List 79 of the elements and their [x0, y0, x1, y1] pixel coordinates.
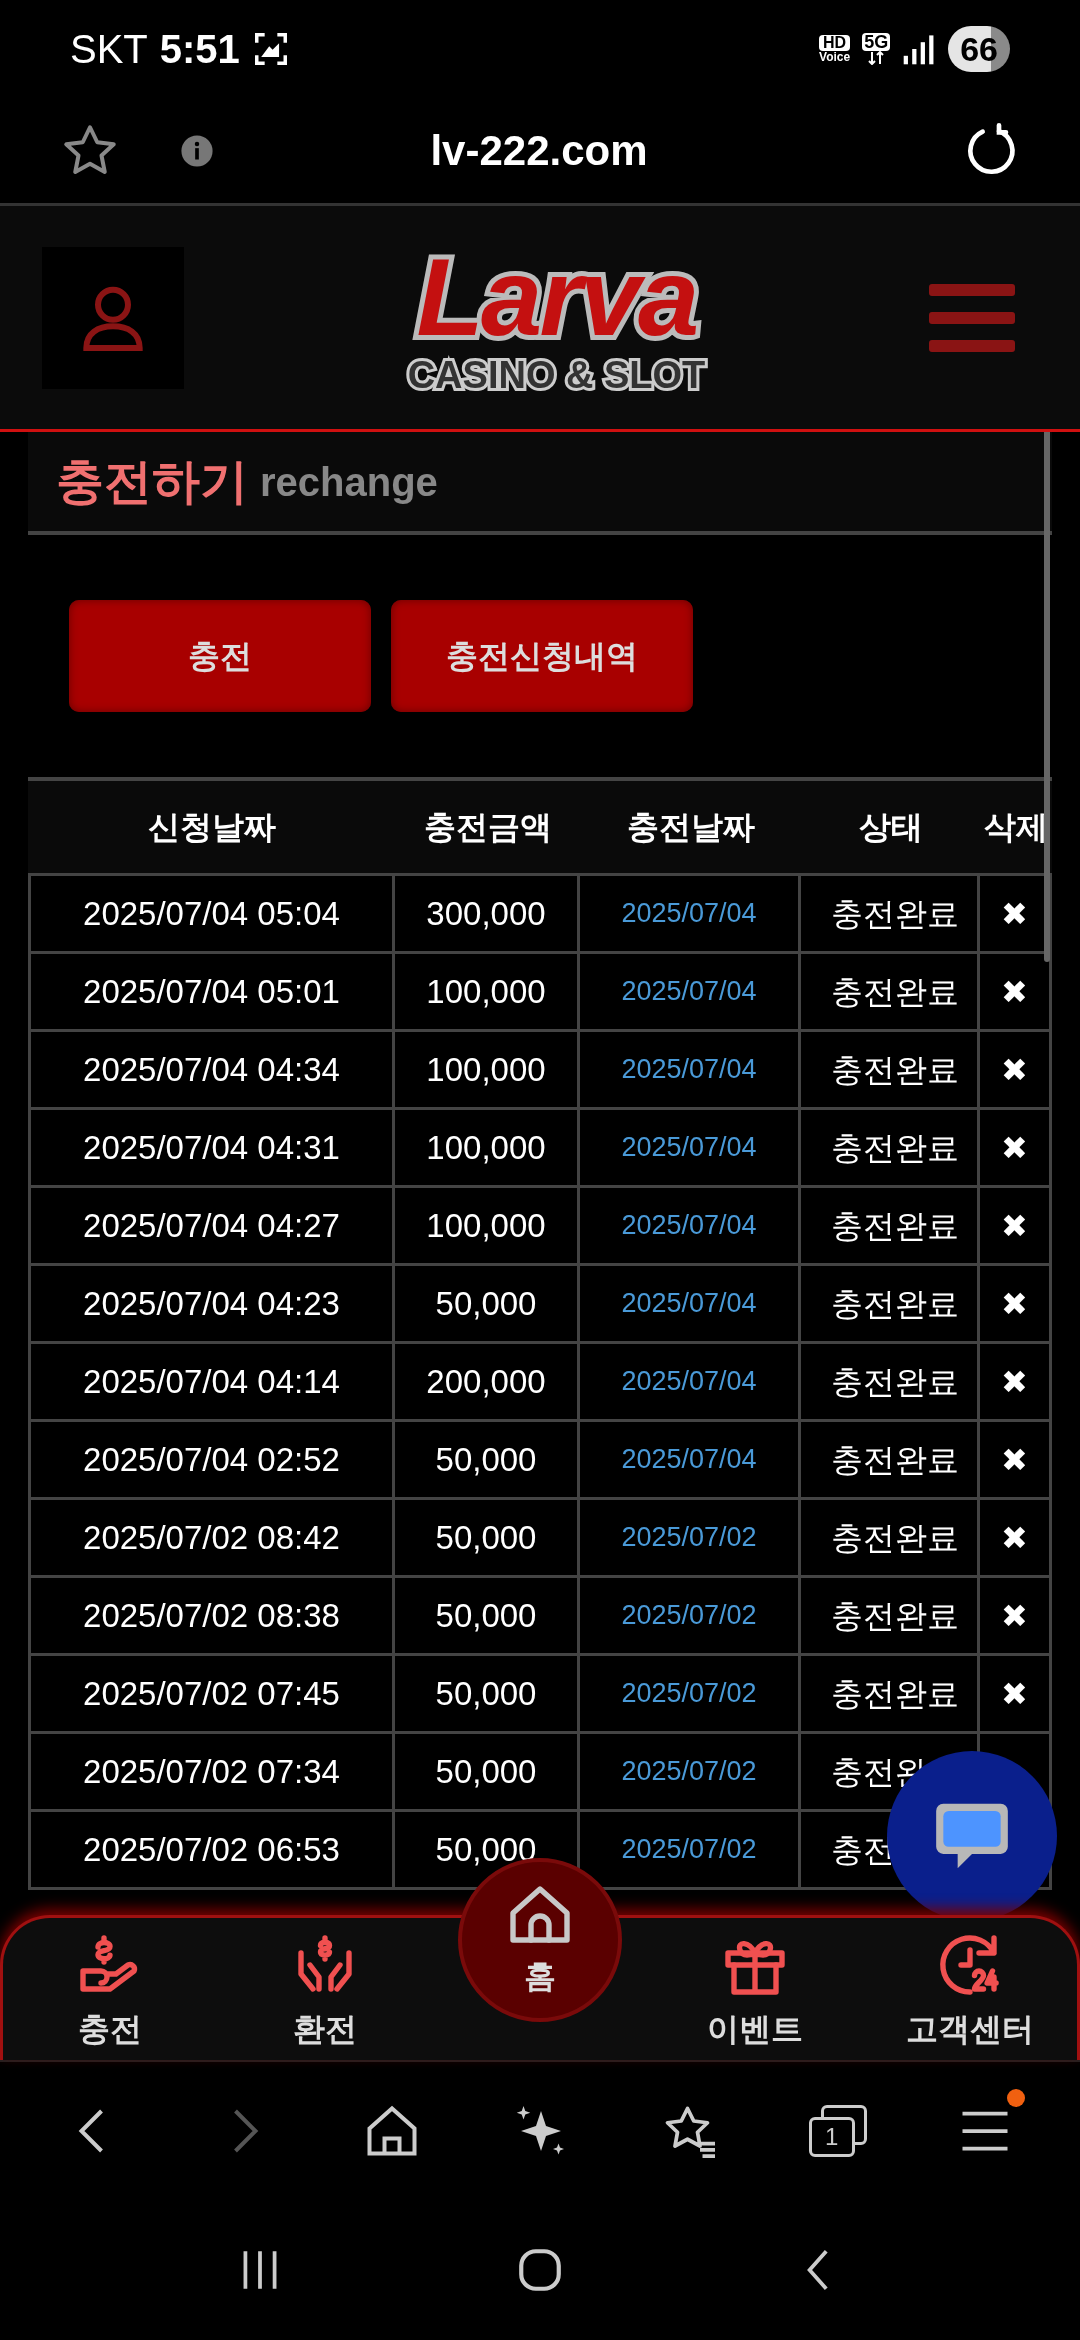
delete-button[interactable]: ✖ [1001, 975, 1028, 1008]
delete-button[interactable]: ✖ [1001, 1365, 1028, 1398]
battery-indicator: 66 [948, 26, 1010, 72]
table-cell: 2025/07/04 [580, 1188, 801, 1263]
table-cell: 2025/07/04 [580, 1032, 801, 1107]
table-cell: 2025/07/04 [580, 1266, 801, 1341]
table-cell: 2025/07/02 [580, 1578, 801, 1653]
column-header: 충전금액 [422, 808, 553, 847]
table-cell: 2025/07/04 04:31 [28, 1110, 395, 1185]
table-cell: 2025/07/04 05:04 [28, 876, 395, 951]
table-cell: 2025/07/04 04:14 [28, 1344, 395, 1419]
nav-item[interactable]: 이벤트 [706, 1918, 803, 2060]
clock: 5:51 [159, 26, 240, 73]
table-cell: 2025/07/02 07:45 [28, 1656, 395, 1731]
tab-button[interactable]: 충전 [69, 600, 371, 712]
delete-button[interactable]: ✖ [1001, 1599, 1028, 1632]
table-cell: 100,000 [395, 1188, 580, 1263]
table-cell: 충전완료 [801, 1110, 980, 1185]
column-header: 상태 [857, 808, 924, 847]
table-cell: 300,000 [395, 876, 580, 951]
delete-button[interactable]: ✖ [1001, 1209, 1028, 1242]
table-cell: 충전완료 [801, 1500, 980, 1575]
table-cell: 2025/07/04 04:27 [28, 1188, 395, 1263]
table-cell: 2025/07/04 02:52 [28, 1422, 395, 1497]
table-cell: 50,000 [395, 1578, 580, 1653]
table-cell: 200,000 [395, 1344, 580, 1419]
table-cell: 충전완료 [801, 1578, 980, 1653]
delete-button[interactable]: ✖ [1001, 897, 1028, 930]
delete-button[interactable]: ✖ [1001, 1287, 1028, 1320]
table-cell: 충전완료 [801, 1344, 980, 1419]
table-cell: 충전완료 [801, 954, 980, 1029]
table-cell: 2025/07/04 [580, 1110, 801, 1185]
table-cell: 2025/07/02 [580, 1656, 801, 1731]
logo-title: Larva [416, 241, 697, 352]
delete-button[interactable]: ✖ [1001, 1443, 1028, 1476]
table-cell: 2025/07/02 [580, 1734, 801, 1809]
delete-button[interactable]: ✖ [1001, 1677, 1028, 1710]
table-cell: 2025/07/04 [580, 1422, 801, 1497]
table-cell: 2025/07/02 07:34 [28, 1734, 395, 1809]
table-cell: 2025/07/04 05:01 [28, 954, 395, 1029]
table-cell: 충전완료 [801, 1422, 980, 1497]
table-cell: 충전완료 [801, 1656, 980, 1731]
nav-item[interactable]: 충전 [74, 1918, 147, 2060]
column-header: 충전날짜 [625, 808, 756, 847]
carrier: SKT [70, 26, 148, 73]
table-cell: 충전완료 [801, 1266, 980, 1341]
table-cell: 충전완료 [801, 1188, 980, 1263]
table-cell: 2025/07/04 [580, 1344, 801, 1419]
table-cell: 50,000 [395, 1734, 580, 1809]
tab-button[interactable]: 충전신청내역 [391, 600, 693, 712]
table-cell: 2025/07/04 [580, 954, 801, 1029]
table-cell: 100,000 [395, 954, 580, 1029]
delete-button[interactable]: ✖ [1001, 1521, 1028, 1554]
page-subtitle: rechange [260, 458, 438, 506]
table-cell: 2025/07/04 04:34 [28, 1032, 395, 1107]
table-cell: 100,000 [395, 1032, 580, 1107]
table-cell: 2025/07/02 06:53 [28, 1812, 395, 1887]
table-cell: 2025/07/02 [580, 1500, 801, 1575]
column-header: 신청날짜 [146, 808, 277, 847]
info-icon[interactable] [180, 133, 214, 168]
table-cell: 100,000 [395, 1110, 580, 1185]
table-cell: 50,000 [395, 1656, 580, 1731]
url-text[interactable]: lv-222.com [214, 119, 864, 182]
table-cell: 충전완료 [801, 1032, 980, 1107]
page-title: 충전하기 [56, 453, 248, 510]
table-cell: 2025/07/04 [580, 876, 801, 951]
table-cell: 2025/07/04 04:23 [28, 1266, 395, 1341]
column-header: 삭제 [983, 808, 1049, 847]
table-cell: 50,000 [395, 1266, 580, 1341]
table-cell: 2025/07/02 08:42 [28, 1500, 395, 1575]
table-cell: 50,000 [395, 1422, 580, 1497]
logo-subtitle: CASINO & SLOT [407, 355, 706, 394]
delete-button[interactable]: ✖ [1001, 1053, 1028, 1086]
table-cell: 2025/07/02 08:38 [28, 1578, 395, 1653]
nav-item[interactable]: 고객센터 [905, 1918, 1034, 2060]
delete-button[interactable]: ✖ [1001, 1131, 1028, 1164]
nav-item[interactable]: 환전 [289, 1918, 362, 2060]
table-cell: 충전완료 [801, 876, 980, 951]
table-cell: 50,000 [395, 1500, 580, 1575]
